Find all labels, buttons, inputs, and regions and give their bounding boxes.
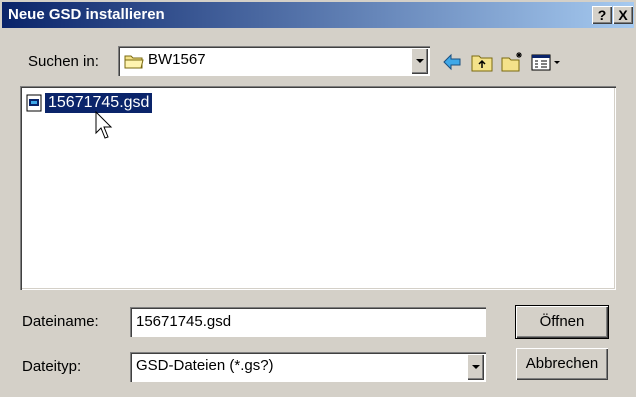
filetype-dropdown-button[interactable] [467, 354, 484, 380]
cancel-button[interactable]: Abbrechen [516, 348, 608, 380]
file-item[interactable]: 15671745.gsd [26, 92, 153, 114]
view-menu-icon[interactable] [530, 50, 564, 74]
back-arrow-icon[interactable] [440, 50, 464, 74]
open-file-dialog: Neue GSD installieren ? X Suchen in: BW1… [0, 0, 636, 397]
filename-input[interactable]: 15671745.gsd [130, 307, 486, 337]
file-name: 15671745.gsd [45, 93, 153, 113]
title-bar[interactable]: Neue GSD installieren ? X [2, 2, 634, 28]
filename-value: 15671745.gsd [136, 313, 232, 330]
open-button[interactable]: Öffnen [515, 305, 609, 339]
look-in-dropdown-button[interactable] [411, 48, 428, 74]
look-in-value: BW1567 [148, 51, 206, 68]
folder-icon [124, 55, 144, 69]
filetype-label: Dateityp: [22, 358, 82, 375]
filetype-value: GSD-Dateien (*.gs?) [136, 357, 274, 374]
filetype-select[interactable]: GSD-Dateien (*.gs?) [130, 352, 486, 382]
mouse-cursor-icon [95, 111, 113, 139]
filename-label: Dateiname: [22, 313, 99, 330]
close-button[interactable]: X [613, 6, 633, 24]
look-in-label: Suchen in: [28, 53, 99, 70]
new-folder-icon[interactable] [500, 50, 524, 74]
look-in-combo[interactable]: BW1567 [118, 46, 430, 76]
help-button[interactable]: ? [592, 6, 612, 24]
gsd-file-icon [26, 94, 42, 112]
up-folder-icon[interactable] [470, 50, 494, 74]
window-title: Neue GSD installieren [8, 6, 165, 23]
